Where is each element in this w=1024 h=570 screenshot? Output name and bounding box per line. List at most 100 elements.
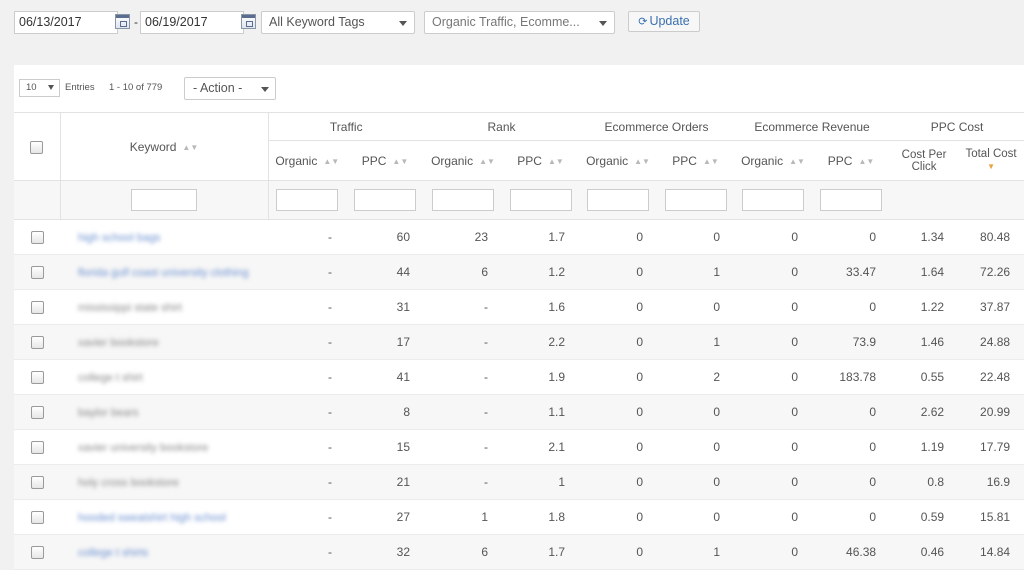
revenue-organic-cell: 0 — [734, 254, 813, 290]
header-group-row: Keyword ▲▼ Traffic Rank Ecommerce Orders … — [14, 112, 1024, 181]
orders-ppc-header[interactable]: PPC ▲▼ — [657, 140, 735, 181]
orders-ppc-cell: 0 — [657, 219, 735, 255]
orders-organic-cell: 0 — [579, 534, 658, 570]
row-checkbox[interactable] — [30, 546, 44, 560]
keyword-link[interactable]: florida gulf coast university clothing — [78, 268, 249, 279]
row-select-cell — [14, 499, 60, 535]
orders-organic-cell: 0 — [579, 254, 658, 290]
orders-organic-cell: 0 — [579, 429, 658, 465]
orders-ppc-cell: 1 — [657, 254, 735, 290]
keyword-link[interactable]: hooded sweatshirt high school — [78, 513, 226, 524]
start-date-input[interactable]: 06/13/2017 — [14, 11, 118, 34]
revenue-ppc-cell: 183.78 — [812, 359, 891, 395]
keyword-cell: baylor bears — [60, 394, 268, 430]
column-label: Organic — [741, 153, 784, 168]
keyword-link[interactable]: college t shirts — [78, 548, 148, 559]
chevron-down-icon — [48, 85, 54, 90]
revenue-ppc-cell: 0 — [812, 499, 891, 535]
row-select-cell — [14, 219, 60, 255]
sort-icon: ▲▼ — [323, 156, 340, 166]
rank-ppc-cell: 1.7 — [502, 534, 580, 570]
filter-cell — [502, 180, 580, 220]
start-calendar-icon[interactable] — [115, 14, 130, 29]
keyword-filter-input[interactable] — [131, 189, 197, 211]
total-cost-cell: 20.99 — [958, 394, 1024, 430]
table-row: florida gulf coast university clothing -4… — [14, 254, 1024, 290]
row-checkbox[interactable] — [30, 406, 44, 420]
rank-organic-cell: 1 — [424, 499, 503, 535]
total-cost-cell: 14.84 — [958, 534, 1024, 570]
column-label: PPC — [361, 153, 387, 168]
revenue-organic-header[interactable]: Organic ▲▼ — [734, 140, 813, 181]
orders-organic-filter-input[interactable] — [587, 189, 650, 211]
row-checkbox[interactable] — [30, 441, 44, 455]
row-checkbox[interactable] — [30, 231, 44, 245]
orders-ppc-cell: 0 — [657, 464, 735, 500]
rank-organic-cell: - — [424, 324, 503, 360]
revenue-organic-filter-input[interactable] — [742, 189, 805, 211]
filter-row — [14, 180, 1024, 220]
orders-ppc-filter-input[interactable] — [664, 189, 727, 211]
traffic-organic-cell: - — [268, 534, 346, 570]
keyword-link: baylor bears — [78, 407, 139, 419]
row-select-cell — [14, 289, 60, 325]
metrics-select[interactable]: Organic Traffic, Ecomme... — [424, 11, 615, 34]
rank-organic-filter-input[interactable] — [432, 189, 495, 211]
orders-organic-cell: 0 — [579, 499, 658, 535]
traffic-ppc-filter-input[interactable] — [354, 189, 416, 211]
traffic-organic-filter-input[interactable] — [276, 189, 339, 211]
orders-organic-header[interactable]: Organic ▲▼ — [579, 140, 658, 181]
bulk-action-value: - Action - — [193, 81, 243, 95]
refresh-icon: ⟳ — [638, 16, 648, 28]
report-panel: 10 Entries 1 - 10 of 779 - Action - Keyw… — [14, 65, 1024, 570]
total-cost-cell: 15.81 — [958, 499, 1024, 535]
rank-organic-header[interactable]: Organic ▲▼ — [424, 140, 503, 181]
bulk-action-select[interactable]: - Action - — [184, 77, 276, 100]
revenue-ppc-filter-input[interactable] — [820, 189, 883, 211]
traffic-organic-header[interactable]: Organic ▲▼ — [268, 140, 346, 181]
traffic-ppc-header[interactable]: PPC ▲▼ — [346, 140, 425, 181]
rank-ppc-header[interactable]: PPC ▲▼ — [502, 140, 580, 181]
orders-organic-cell: 0 — [579, 394, 658, 430]
total-cost-header[interactable]: Total Cost ▼ — [958, 140, 1024, 181]
row-checkbox[interactable] — [30, 476, 44, 490]
orders-ppc-cell: 1 — [657, 324, 735, 360]
table-row: college t shirts -32 6 1.7 0 1 0 46.38 0.46 14.84 — [14, 534, 1024, 570]
traffic-organic-cell: - — [268, 499, 346, 535]
total-cost-cell: 17.79 — [958, 429, 1024, 465]
sort-desc-icon: ▼ — [987, 162, 995, 171]
revenue-ppc-header[interactable]: PPC ▲▼ — [812, 140, 891, 181]
keyword-tags-select[interactable]: All Keyword Tags — [261, 11, 415, 34]
per-page-select[interactable]: 10 — [19, 79, 60, 97]
keyword-link[interactable]: high school bags — [78, 233, 161, 244]
end-calendar-icon[interactable] — [241, 14, 256, 29]
orders-organic-cell: 0 — [579, 219, 658, 255]
orders-ppc-cell: 0 — [657, 499, 735, 535]
per-page-value: 10 — [26, 82, 37, 93]
row-checkbox[interactable] — [30, 301, 44, 315]
row-checkbox[interactable] — [30, 336, 44, 350]
keyword-header[interactable]: Keyword ▲▼ — [60, 112, 269, 181]
cost-per-click-header[interactable]: Cost Per Click — [890, 140, 959, 181]
row-checkbox[interactable] — [30, 266, 44, 280]
rank-organic-cell: - — [424, 394, 503, 430]
cpc-cell: 1.22 — [890, 289, 959, 325]
rank-organic-cell: 23 — [424, 219, 503, 255]
orders-organic-cell: 0 — [579, 359, 658, 395]
sort-icon: ▲▼ — [182, 142, 199, 152]
end-date-input[interactable]: 06/19/2017 — [140, 11, 244, 34]
update-label: Update — [649, 14, 690, 28]
update-button[interactable]: ⟳ Update — [628, 11, 700, 32]
table-row: high school bags -60 23 1.7 0 0 0 0 1.34 80.48 — [14, 219, 1024, 255]
rank-organic-cell: 6 — [424, 254, 503, 290]
keyword-cell: holy cross bookstore — [60, 464, 268, 500]
table-row: baylor bears -8-1.1 0 0 0 0 2.62 20.99 — [14, 394, 1024, 430]
revenue-ppc-cell: 0 — [812, 394, 891, 430]
sort-icon: ▲▼ — [858, 156, 875, 166]
keyword-cell: hooded sweatshirt high school — [60, 499, 268, 535]
rank-ppc-filter-input[interactable] — [509, 189, 572, 211]
select-all-checkbox[interactable] — [30, 140, 44, 154]
row-checkbox[interactable] — [30, 371, 44, 385]
row-checkbox[interactable] — [30, 511, 44, 525]
keyword-cell: florida gulf coast university clothing — [60, 254, 268, 290]
